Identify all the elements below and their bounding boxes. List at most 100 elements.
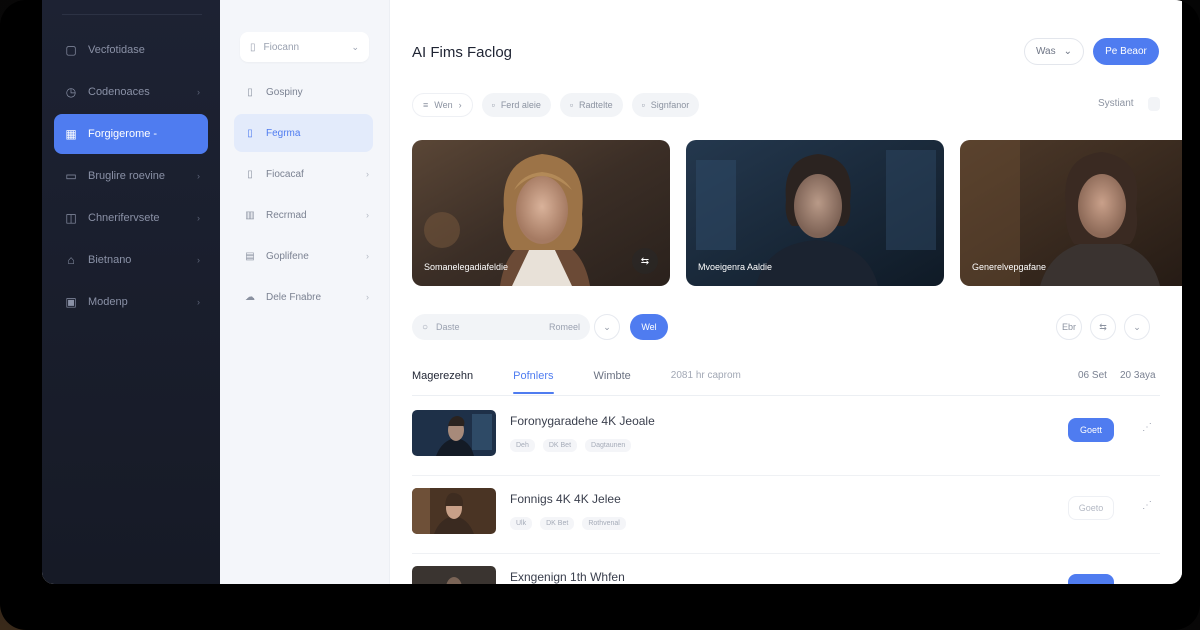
sidebar-item-bietnano[interactable]: ⌂ Bietnano › [54, 240, 208, 280]
subnav-item-recrmad[interactable]: ▥ Recrmad › [234, 196, 373, 234]
filter-chip-signfanor[interactable]: ▫ Signfanor [631, 93, 700, 117]
row-title: Fonnigs 4K 4K Jelee [510, 492, 621, 506]
list-item[interactable]: Foronygaradehe 4K Jeoale Deh DK Bet Dagt… [412, 398, 1160, 476]
tab-bar: Magerezehn Pofnlers Wimbte 2081 hr capro… [412, 370, 781, 394]
subnav-item-fiocacaf[interactable]: ▯ Fiocacaf › [234, 155, 373, 193]
primary-action-button[interactable]: Pe Beaor [1093, 38, 1159, 65]
chevron-down-icon[interactable]: ⌄ [1124, 314, 1150, 340]
row-tags: Deh DK Bet Dagtaunen [510, 439, 632, 452]
tab-wimbte[interactable]: Wimbte [594, 370, 631, 394]
tab-pofnlers[interactable]: Pofnlers [513, 370, 554, 394]
filter-chip-ferd-aleie[interactable]: ▫ Ferd aleie [481, 93, 551, 117]
chevron-right-icon: › [458, 100, 462, 110]
sidebar-item-label: Bruglire roevine [88, 170, 166, 182]
featured-cards: Somanelegadiafeldie ⇆ Mvoeigenra Aaldie … [412, 140, 1182, 286]
filter-icon: ▫ [491, 100, 495, 110]
chevron-down-button[interactable]: ⌄ [594, 314, 620, 340]
sidebar-item-label: Chnerifervsete [88, 212, 160, 224]
count-label[interactable]: 20 3aya [1120, 370, 1156, 381]
chevron-right-icon: › [366, 210, 369, 220]
chevron-right-icon: › [197, 171, 200, 181]
document-icon: ▯ [247, 127, 253, 139]
document-icon: ▯ [250, 41, 256, 53]
view-dropdown-label: Was [1035, 46, 1056, 57]
subnav-item-goplifene[interactable]: ▤ Goplifene › [234, 237, 373, 275]
sidebar-item-label: Bietnano [88, 254, 132, 266]
search-scope: Romeel [548, 322, 580, 332]
systems-toggle[interactable] [1148, 97, 1160, 111]
chart-icon: ◫ [65, 211, 77, 225]
featured-card[interactable]: Generelvepgafane [960, 140, 1182, 286]
featured-card[interactable]: Somanelegadiafeldie ⇆ [412, 140, 670, 286]
document-icon: ▢ [65, 43, 77, 57]
swap-icon[interactable]: ⇆ [1090, 314, 1116, 340]
list-icon: ≡ [423, 100, 429, 110]
chat-icon: ▭ [65, 169, 77, 183]
sidebar-item-vecfotidase[interactable]: ▢ Vecfotidase [54, 30, 208, 70]
more-icon[interactable]: ⋰ [1142, 500, 1152, 511]
tag: Dagtaunen [585, 439, 632, 452]
chevron-right-icon: › [366, 251, 369, 261]
row-action-button[interactable]: Goett [1068, 418, 1114, 442]
chevron-down-icon: ⌄ [351, 41, 359, 52]
search-placeholder: Daste [436, 322, 460, 332]
filter-chip-wen[interactable]: ≡ Wen › [412, 93, 473, 117]
chevron-right-icon: › [197, 213, 200, 223]
image-icon: ▣ [65, 295, 77, 309]
category-select[interactable]: ▯ Fiocann ⌄ [240, 32, 369, 62]
chevron-down-icon: ⌄ [1063, 46, 1073, 57]
page-title: AI Fims Faclog [412, 44, 513, 61]
chevron-down-icon: ⌄ [603, 321, 611, 332]
subnav-item-label: Dele Fnabre [266, 291, 322, 303]
sort-label[interactable]: 06 Set [1078, 370, 1107, 381]
more-icon[interactable]: ⋰ [1142, 422, 1152, 433]
sidebar-item-label: Codenoaces [88, 86, 150, 98]
filter-chip-radtelte[interactable]: ▫ Radtelte [559, 93, 623, 117]
book-icon: ▥ [245, 209, 255, 221]
chevron-right-icon: › [366, 169, 369, 179]
subnav-item-dele-fnabre[interactable]: ☁ Dele Fnabre › [234, 278, 373, 316]
filter-chip-label: Radtelte [579, 100, 613, 110]
tool-button[interactable]: Ebr [1056, 314, 1082, 340]
sidebar-item-chnerifervsete[interactable]: ◫ Chnerifervsete › [54, 198, 208, 238]
grid-icon: ▦ [65, 127, 77, 141]
featured-card[interactable]: Mvoeigenra Aaldie [686, 140, 944, 286]
tab-date-range[interactable]: 2081 hr caprom [671, 370, 741, 394]
subnav-item-label: Goplifene [266, 250, 309, 262]
tag: Rothvenal [582, 517, 626, 530]
list-item[interactable]: Fonnigs 4K 4K Jelee Ulk DK Bet Rothvenal… [412, 476, 1160, 554]
sidebar-item-bruglire[interactable]: ▭ Bruglire roevine › [54, 156, 208, 196]
list-item[interactable]: Exngenign 1th Whfen [412, 554, 1160, 584]
go-button[interactable]: Wel [630, 314, 668, 340]
row-title: Exngenign 1th Whfen [510, 570, 625, 584]
sidebar-item-codenoaces[interactable]: ◷ Codenoaces › [54, 72, 208, 112]
systems-link[interactable]: Systiant [1098, 98, 1134, 109]
tab-magerezehn[interactable]: Magerezehn [412, 370, 473, 394]
sidebar-item-forgigerome[interactable]: ▦ Forgigerome - [54, 114, 208, 154]
view-dropdown-button[interactable]: Was ⌄ [1024, 38, 1084, 65]
document-icon: ▯ [247, 86, 253, 98]
sidebar-item-label: Forgigerome - [88, 128, 158, 140]
row-tags: Ulk DK Bet Rothvenal [510, 517, 626, 530]
main-content: AI Fims Faclog Was ⌄ Pe Beaor ≡ Wen › ▫ … [390, 0, 1182, 584]
row-action-button[interactable] [1068, 574, 1114, 584]
subnav-item-gospiny[interactable]: ▯ Gospiny [234, 73, 373, 111]
subnav-item-fegrma[interactable]: ▯ Fegrma [234, 114, 373, 152]
cloud-icon: ☁ [245, 291, 255, 303]
row-action-button[interactable]: Goeto [1068, 496, 1114, 520]
swap-icon[interactable]: ⇆ [632, 248, 658, 274]
secondary-sidebar: ▯ Fiocann ⌄ ▯ Gospiny ▯ Fegrma ▯ Fiocaca… [220, 0, 390, 584]
sidebar-item-modenp[interactable]: ▣ Modenp › [54, 282, 208, 322]
filter-chips: ≡ Wen › ▫ Ferd aleie ▫ Radtelte ▫ Signfa… [412, 93, 700, 117]
chevron-right-icon: › [366, 292, 369, 302]
document-icon: ▯ [247, 168, 253, 180]
view-tools: Ebr ⇆ ⌄ [1056, 314, 1150, 340]
clock-icon: ◷ [65, 85, 77, 99]
tag: DK Bet [542, 439, 578, 452]
search-input[interactable]: ○ Daste Romeel [412, 314, 590, 340]
sidebar-divider [62, 14, 202, 15]
app-window: ▢ Vecfotidase ◷ Codenoaces › ▦ Forgigero… [42, 0, 1182, 584]
save-icon: ▤ [245, 250, 255, 262]
sidebar-item-label: Modenp [88, 296, 128, 308]
chevron-right-icon: › [197, 297, 200, 307]
